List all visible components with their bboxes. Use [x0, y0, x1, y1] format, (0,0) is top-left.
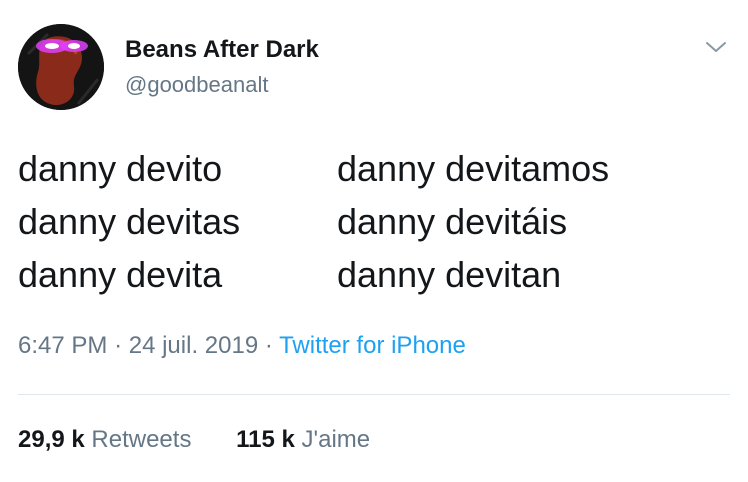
divider [18, 394, 730, 395]
conjugation-singular: danny devitas [18, 201, 241, 242]
display-name[interactable]: Beans After Dark [125, 36, 319, 64]
conjugation-plural: danny devitáis [337, 201, 568, 242]
retweets-stat[interactable]: 29,9 k Retweets [18, 426, 191, 454]
avatar[interactable] [18, 24, 104, 110]
bean-avatar-icon [18, 24, 104, 110]
retweets-count: 29,9 k [18, 426, 85, 453]
tweet-line: danny devita danny devitan [18, 248, 718, 301]
tweet-text: danny devito danny devitamos danny devit… [18, 142, 718, 301]
tweet-metadata: 6:47 PM · 24 juil. 2019 · Twitter for iP… [18, 332, 466, 360]
tweet-card: Beans After Dark @goodbeanalt danny devi… [0, 0, 748, 482]
likes-label: J'aime [301, 426, 371, 453]
user-handle[interactable]: @goodbeanalt [125, 72, 268, 98]
likes-stat[interactable]: 115 k J'aime [236, 426, 370, 454]
retweets-label: Retweets [91, 426, 192, 453]
tweet-time[interactable]: 6:47 PM [18, 332, 107, 359]
tweet-date[interactable]: 24 juil. 2019 [129, 332, 258, 359]
likes-count: 115 k [236, 426, 295, 453]
conjugation-singular: danny devita [18, 254, 223, 295]
conjugation-plural: danny devitan [337, 254, 562, 295]
tweet-stats: 29,9 k Retweets 115 k J'aime [18, 426, 370, 454]
meta-separator: · [264, 332, 273, 359]
conjugation-plural: danny devitamos [337, 148, 610, 189]
meta-separator: · [114, 332, 123, 359]
tweet-source-link[interactable]: Twitter for iPhone [279, 332, 466, 359]
tweet-line: danny devitas danny devitáis [18, 195, 718, 248]
chevron-down-icon[interactable] [703, 36, 729, 58]
tweet-line: danny devito danny devitamos [18, 142, 718, 195]
conjugation-singular: danny devito [18, 148, 223, 189]
